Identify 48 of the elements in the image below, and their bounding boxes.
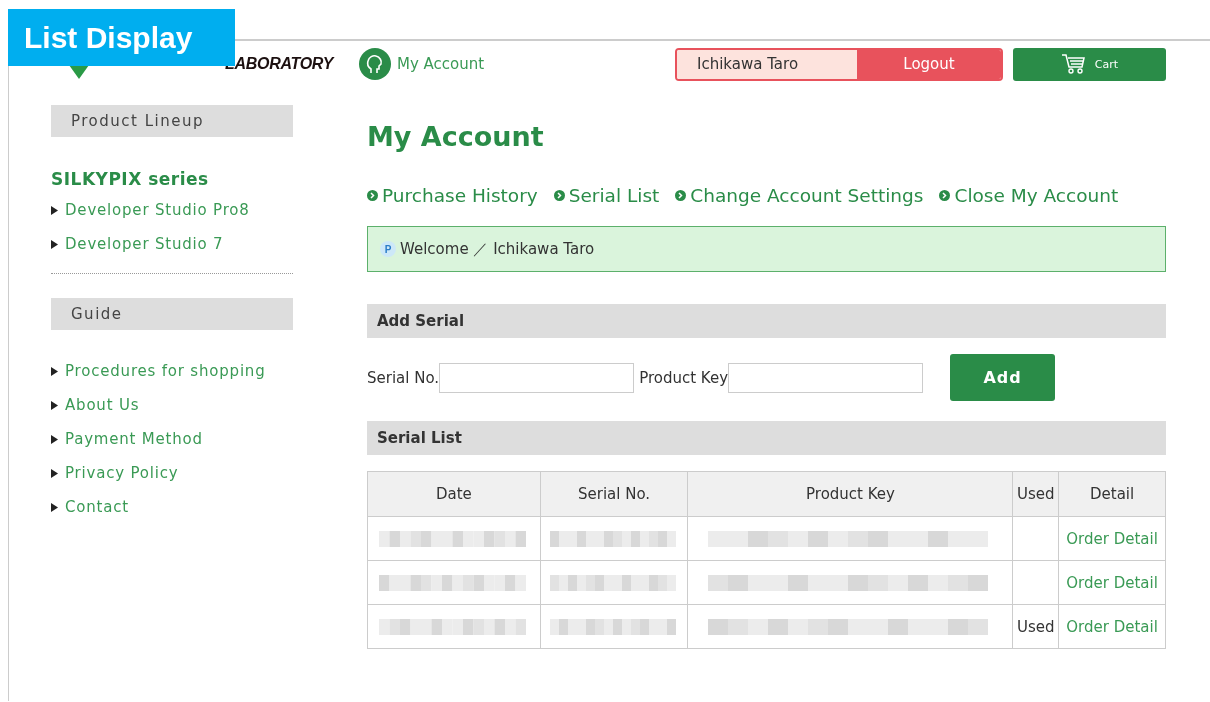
sidebar-link[interactable]: Developer Studio 7: [65, 235, 224, 253]
cart-button[interactable]: Cart: [1013, 47, 1166, 81]
serial-input-field[interactable]: [439, 362, 635, 393]
triangle-icon: [51, 468, 58, 478]
column-header: Serial No.: [540, 471, 688, 517]
field-label: Product Key: [639, 368, 729, 387]
chevron-circle-icon: [939, 190, 951, 201]
account-nav-link[interactable]: Serial List: [568, 185, 660, 206]
triangle-icon: [51, 205, 58, 215]
points-badge: P: [380, 241, 396, 257]
triangle-icon: [51, 366, 58, 376]
sidebar-link[interactable]: Procedures for shopping: [65, 362, 266, 380]
column-header: Product Key: [688, 471, 1013, 517]
chevron-circle-icon: [675, 190, 687, 201]
logo-text: LABORATORY: [225, 55, 334, 73]
sidebar-heading: Product Lineup: [51, 105, 293, 137]
triangle-icon: [51, 502, 58, 512]
series-title: SILKYPIX series: [51, 169, 210, 189]
sidebar-link[interactable]: About Us: [65, 396, 140, 414]
cart-icon: [1060, 53, 1087, 75]
triangle-icon: [51, 239, 58, 249]
column-header: Used: [1013, 471, 1059, 517]
my-account-link[interactable]: My Account: [397, 55, 485, 73]
section-heading: Add Serial: [367, 304, 1166, 338]
welcome-text: Welcome ／ Ichikawa Taro: [400, 239, 595, 259]
account-nav-link[interactable]: Change Account Settings: [690, 185, 924, 206]
page-title: My Account: [367, 121, 545, 154]
column-header: Detail: [1058, 471, 1166, 517]
product-key-input-field[interactable]: [728, 362, 924, 393]
triangle-icon: [51, 400, 58, 410]
sidebar-link[interactable]: Privacy Policy: [65, 464, 179, 482]
chevron-circle-icon: [553, 190, 565, 201]
add-button[interactable]: Add: [950, 354, 1056, 401]
sidebar-link[interactable]: Payment Method: [65, 430, 203, 448]
section-heading: Serial List: [367, 421, 1166, 455]
logout-button[interactable]: Logout: [857, 49, 1001, 79]
field-label: Serial No.: [367, 368, 440, 387]
user-name: Ichikawa Taro: [677, 49, 857, 79]
account-nav-link[interactable]: Close My Account: [954, 185, 1119, 206]
sidebar-link[interactable]: Developer Studio Pro8: [65, 201, 250, 219]
account-nav-link[interactable]: Purchase History: [382, 185, 538, 206]
triangle-icon: [51, 434, 58, 444]
chevron-circle-icon: [367, 190, 378, 201]
column-header: Date: [367, 471, 541, 517]
sidebar-heading: Guide: [51, 298, 293, 330]
head-icon: [359, 48, 391, 80]
used-text: Used: [1017, 617, 1055, 636]
sidebar-link[interactable]: Contact: [65, 498, 129, 516]
